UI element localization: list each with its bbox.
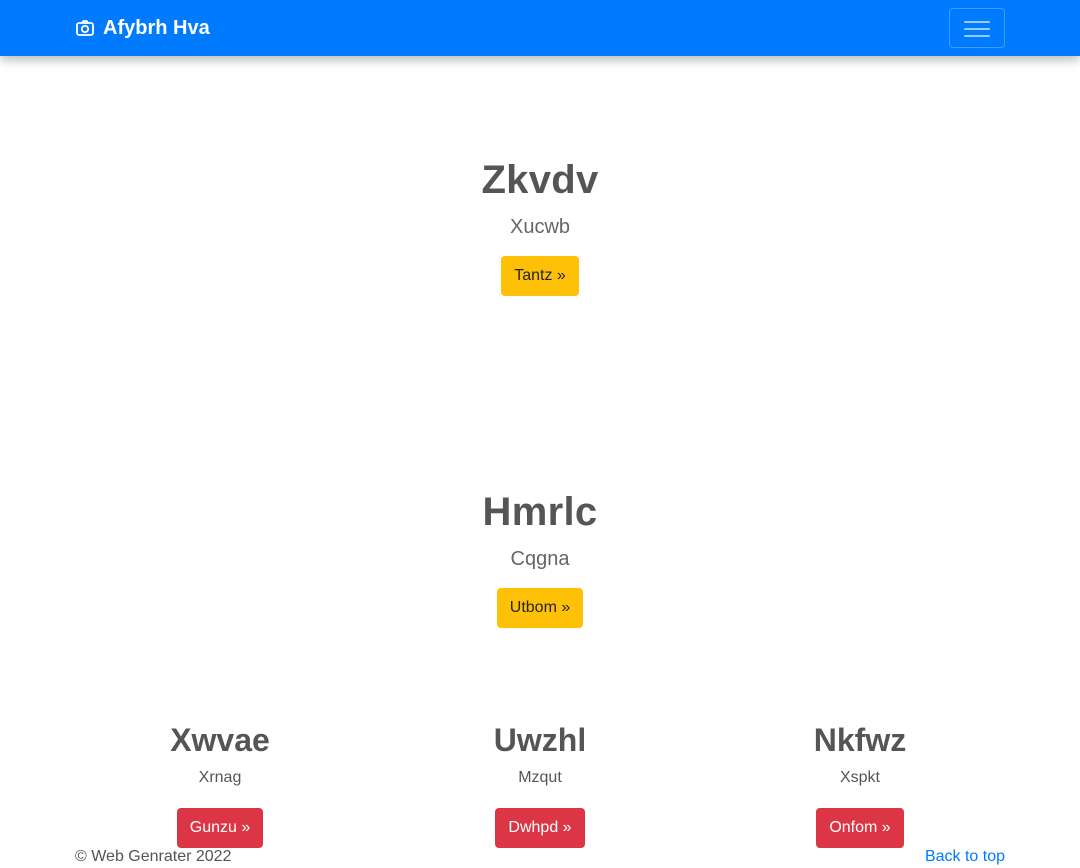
feature-column-3: Nkfwz Xspkt Onfom » <box>700 720 1020 848</box>
column-1-button[interactable]: Gunzu » <box>176 808 264 848</box>
hero-2-button[interactable]: Utbom » <box>496 588 584 628</box>
hero-subtitle: Cqgna <box>510 548 570 570</box>
navbar: Afybrh Hva <box>0 0 1080 56</box>
hero-section-2: Hmrlc Cqgna Utbom » <box>0 488 1080 628</box>
hero-title: Hmrlc <box>482 490 598 534</box>
brand-label: Afybrh Hva <box>103 17 210 39</box>
column-2-button[interactable]: Dwhpd » <box>495 808 585 848</box>
column-title: Nkfwz <box>813 722 907 758</box>
column-title: Xwvae <box>170 722 270 758</box>
back-to-top-link[interactable]: Back to top <box>925 846 1005 868</box>
column-3-button[interactable]: Onfom » <box>816 808 904 848</box>
column-title: Uwzhl <box>493 722 587 758</box>
hero-section-1: Zkvdv Xucwb Tantz » <box>0 156 1080 296</box>
column-text: Mzqut <box>518 769 562 786</box>
hero-title: Zkvdv <box>481 158 599 202</box>
hero-1-button[interactable]: Tantz » <box>501 256 579 296</box>
navbar-brand[interactable]: Afybrh Hva <box>75 15 210 41</box>
feature-column-2: Uwzhl Mzqut Dwhpd » <box>380 720 700 848</box>
hero-subtitle: Xucwb <box>509 216 571 238</box>
camera-icon <box>76 20 94 36</box>
column-text: Xspkt <box>839 769 880 786</box>
feature-column-1: Xwvae Xrnag Gunzu » <box>60 720 380 848</box>
navbar-toggler-button[interactable] <box>949 8 1005 48</box>
column-text: Xrnag <box>198 769 242 786</box>
footer-copyright: © Web Genrater 2022 <box>75 848 232 865</box>
